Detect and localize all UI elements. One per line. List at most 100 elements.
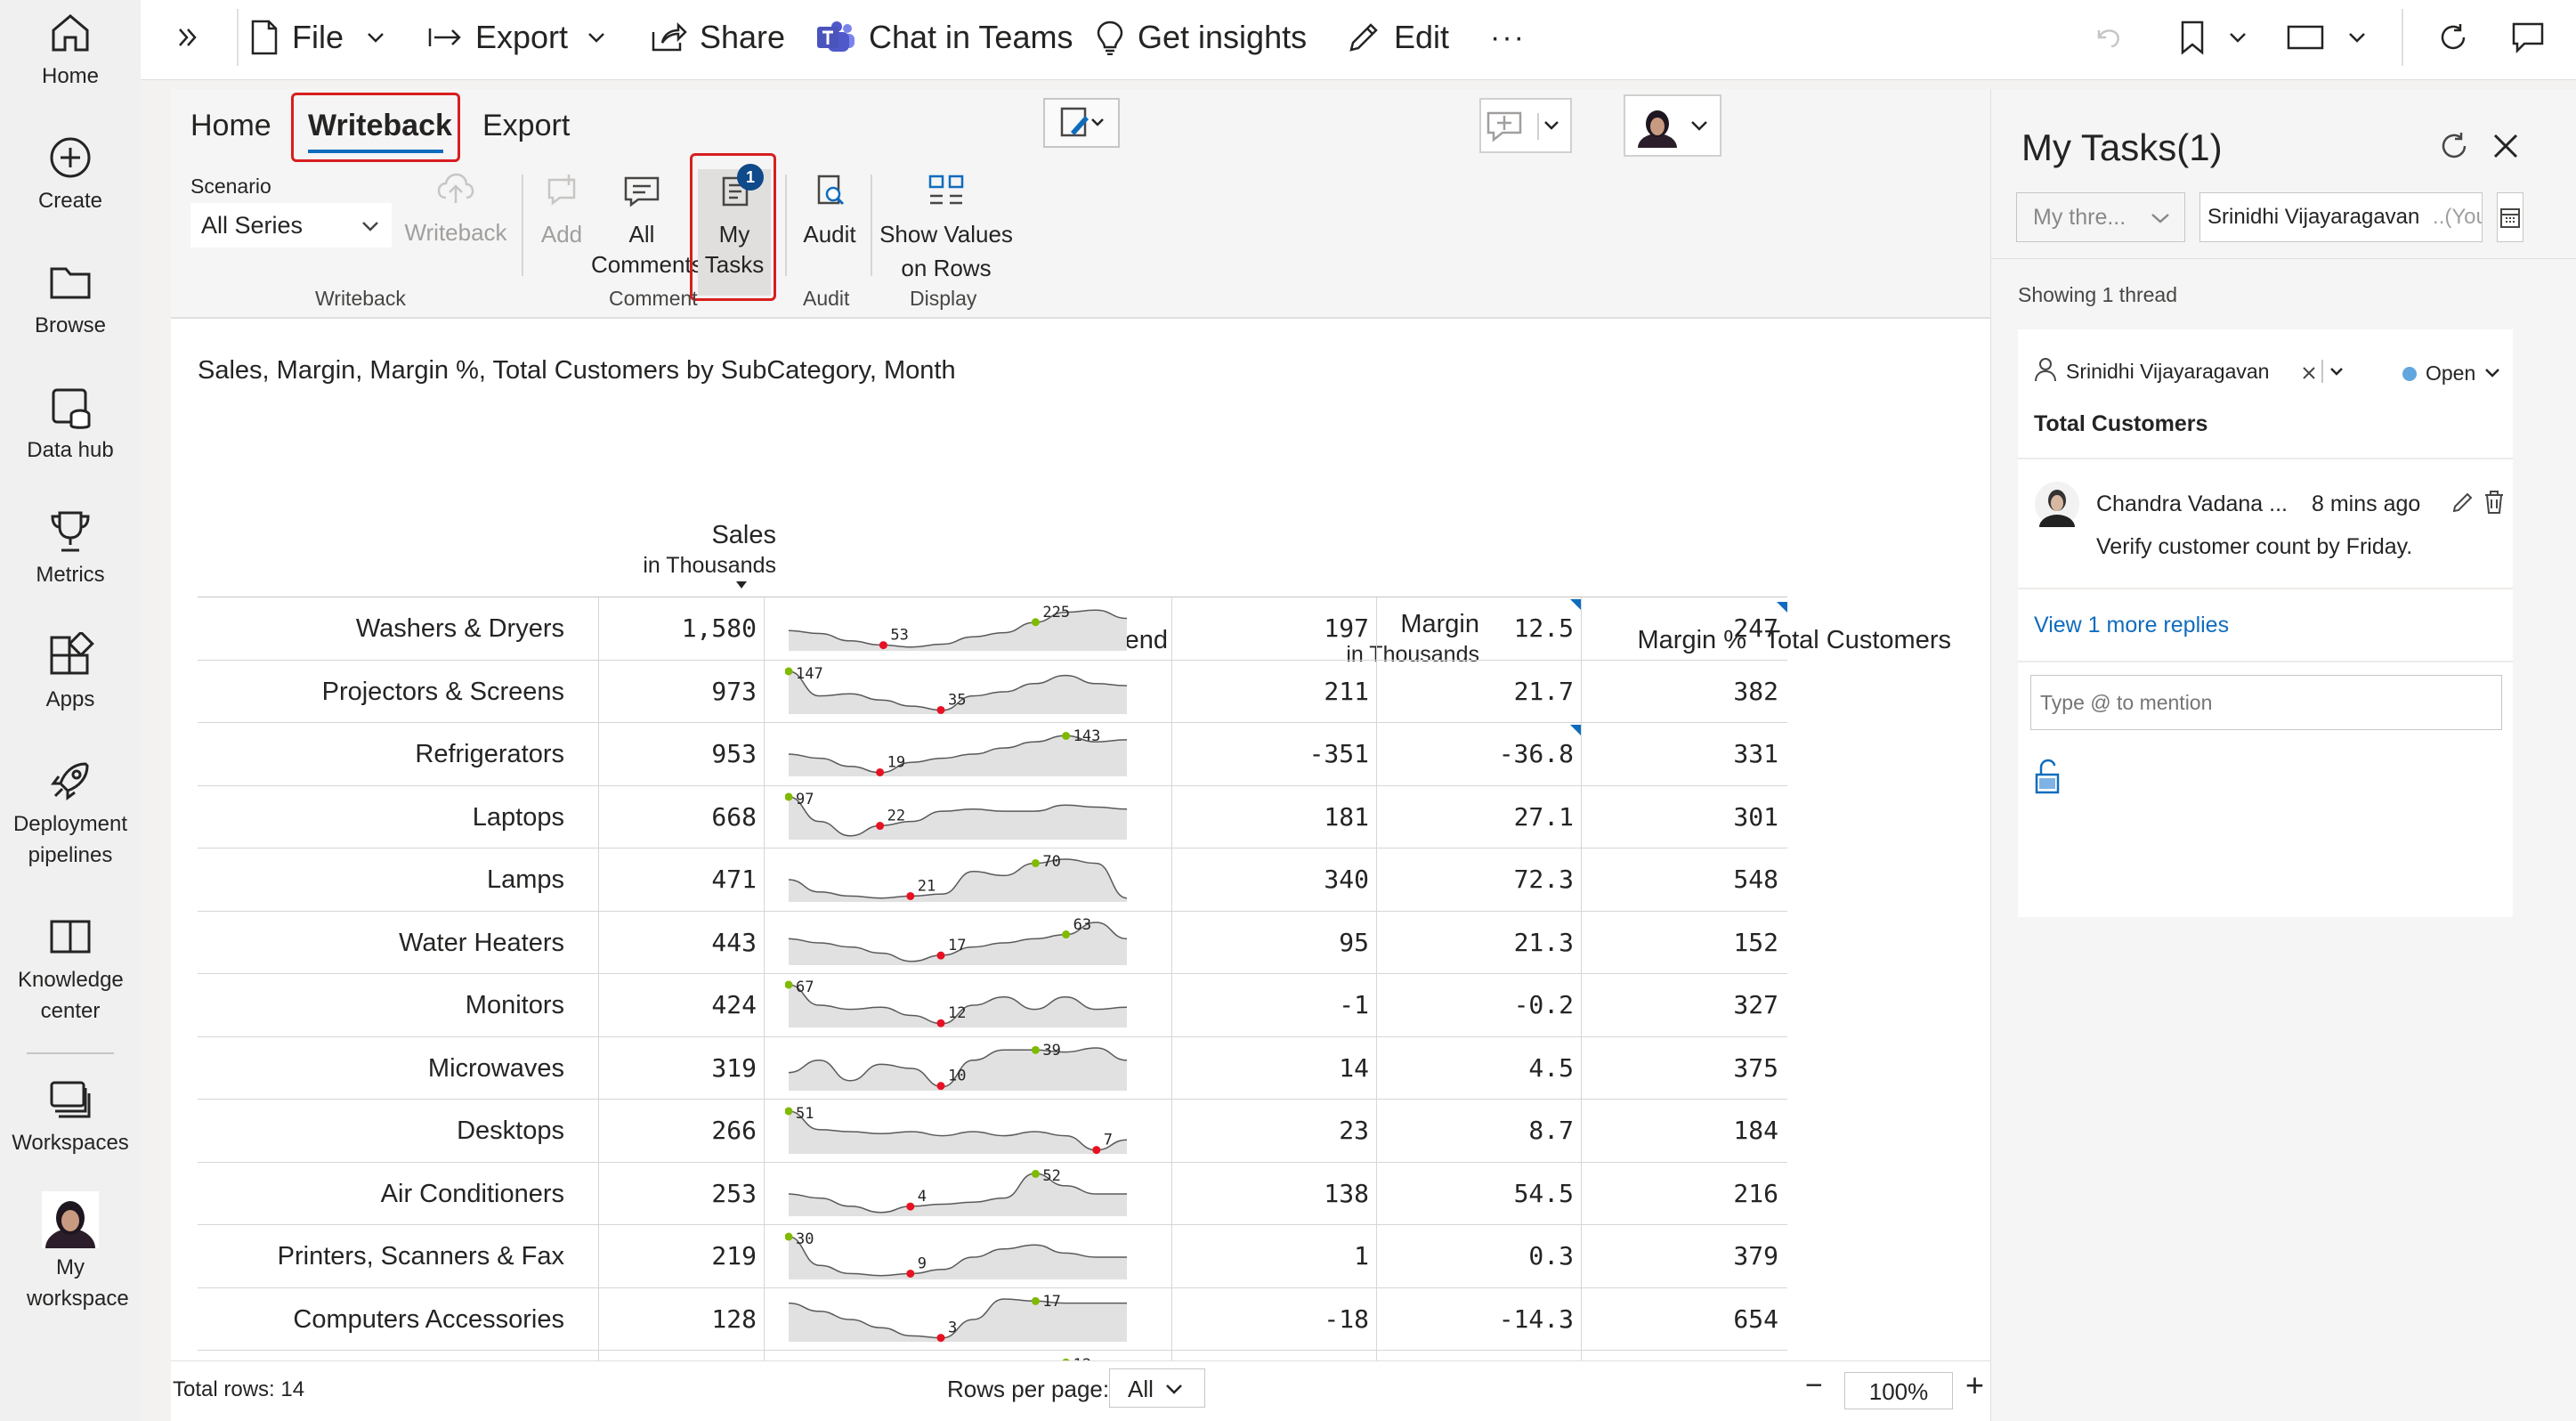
scenario-select[interactable]: All Series: [190, 203, 392, 248]
writeback-button[interactable]: Writeback: [404, 171, 507, 249]
more-options-button[interactable]: ···: [1490, 0, 1526, 75]
sales-trend-sparkline[interactable]: 7 51: [785, 1106, 1130, 1157]
undo-button[interactable]: [2092, 0, 2136, 75]
header-sales[interactable]: Sales in Thousands: [589, 520, 776, 581]
book-icon: [50, 920, 91, 954]
export-menu-button[interactable]: Export: [427, 0, 620, 75]
group-label-audit: Audit: [803, 287, 850, 310]
tab-home[interactable]: Home: [190, 109, 271, 143]
sales-trend-sparkline[interactable]: 10 39: [785, 1043, 1130, 1094]
table-row[interactable]: Laptops 668 181 27.1 301 22 97: [198, 786, 1787, 849]
nav-my-workspace[interactable]: My workspace: [0, 1191, 141, 1314]
reply-input[interactable]: [2030, 675, 2502, 730]
nav-deployment-pipelines[interactable]: Deployment pipelines: [0, 757, 141, 871]
ribbon-divider: [522, 175, 523, 276]
sales-trend-sparkline[interactable]: 19 143: [785, 728, 1130, 780]
table-row[interactable]: Microwaves 319 14 4.5 375 10 39: [198, 1037, 1787, 1100]
nav-metrics[interactable]: Metrics: [0, 508, 141, 590]
sales-trend-sparkline[interactable]: 35 147: [785, 666, 1130, 718]
rocket-icon: [51, 762, 89, 800]
comments-button[interactable]: [2510, 0, 2558, 75]
view-more-replies-link[interactable]: View 1 more replies: [2034, 613, 2229, 638]
comment-indicator-icon[interactable]: [1570, 599, 1581, 610]
edit-button[interactable]: Edit: [1346, 0, 1449, 75]
audit-button[interactable]: Audit: [792, 173, 867, 251]
delete-comment-icon[interactable]: [2483, 490, 2506, 515]
chat-in-teams-button[interactable]: Chat in Teams: [815, 0, 1073, 75]
sparkline-min-marker: [1092, 1145, 1101, 1154]
bookmark-button[interactable]: [2179, 0, 2261, 75]
nav-divider: [27, 1052, 114, 1054]
table-row[interactable]: Water Heaters 443 95 21.3 152 17 63: [198, 912, 1787, 975]
table-row[interactable]: Desktops 266 23 8.7 184 7 51: [198, 1100, 1787, 1163]
chevron-down-icon[interactable]: [2321, 356, 2351, 386]
sales-trend-sparkline[interactable]: 9 30: [785, 1231, 1130, 1283]
rows-per-page-select[interactable]: All: [1109, 1368, 1205, 1408]
refresh-icon[interactable]: [2438, 130, 2470, 162]
thread-status[interactable]: Open: [2426, 361, 2475, 386]
show-values-on-rows-button[interactable]: Show Values on Rows: [876, 173, 1017, 285]
nav-apps[interactable]: Apps: [0, 632, 141, 715]
table-row[interactable]: Refrigerators 953 -351 -36.8 331 19 143: [198, 723, 1787, 786]
table-row[interactable]: Printers, Scanners & Fax 219 1 0.3 379 9 30: [198, 1225, 1787, 1288]
edit-mode-toggle[interactable]: [1043, 98, 1120, 148]
refresh-button[interactable]: [2437, 0, 2482, 75]
sparkline-max-label: 17: [1042, 1294, 1060, 1311]
sales-trend-sparkline[interactable]: 1763: [785, 917, 1130, 969]
nav-knowledge-center[interactable]: Knowledge center: [0, 913, 141, 1027]
nav-workspaces[interactable]: Workspaces: [0, 1076, 141, 1158]
table-row[interactable]: Air Conditioners 253 138 54.5 216 4 52: [198, 1163, 1787, 1226]
margin-pct-cell: 12.5: [1513, 613, 1574, 643]
expand-nav-button[interactable]: [174, 0, 214, 75]
zoom-out-button[interactable]: −: [1805, 1368, 1823, 1403]
sales-trend-sparkline[interactable]: 22 97: [785, 792, 1130, 843]
thread-filter-select[interactable]: My thre...: [2016, 192, 2185, 242]
sales-trend-sparkline[interactable]: 3 17: [785, 1294, 1130, 1345]
nav-browse[interactable]: Browse: [0, 258, 141, 341]
user-filter-field[interactable]: Srinidhi Vijayaragavan ..(You): [2199, 192, 2483, 242]
customers-cell: 654: [1733, 1303, 1778, 1334]
panel-title: My Tasks(1): [2021, 126, 2223, 168]
tab-export[interactable]: Export: [482, 109, 570, 143]
nav-data-hub[interactable]: Data hub: [0, 383, 141, 466]
table-row[interactable]: Computers Accessories 128 -18 -14.3 654 3 17: [198, 1288, 1787, 1352]
all-comments-button[interactable]: All Comments: [591, 175, 703, 281]
category-cell: Printers, Scanners & Fax: [277, 1242, 564, 1271]
view-button[interactable]: [2286, 0, 2380, 75]
zoom-in-button[interactable]: +: [1965, 1367, 1984, 1404]
calendar-button[interactable]: [2497, 192, 2523, 242]
writeback-tab-highlight: [291, 93, 460, 162]
sales-trend-sparkline[interactable]: 12 67: [785, 979, 1130, 1031]
add-comment-dropdown[interactable]: [1479, 98, 1572, 153]
margin-cell: 211: [1324, 676, 1369, 706]
chevron-down-icon[interactable]: [2483, 365, 2502, 381]
nav-home[interactable]: Home: [0, 9, 141, 92]
table-row[interactable]: Monitors 424 -1 -0.2 327 12 67: [198, 974, 1787, 1037]
comment-indicator-icon[interactable]: [1570, 725, 1581, 736]
margin-cell: 181: [1324, 801, 1369, 832]
unlock-icon[interactable]: [2034, 759, 2061, 794]
remove-assignee-icon[interactable]: [2301, 365, 2317, 381]
sales-trend-sparkline[interactable]: 4 52: [785, 1168, 1130, 1220]
sales-trend-sparkline[interactable]: 21 70: [785, 854, 1130, 905]
sales-trend-sparkline[interactable]: 53 225: [785, 603, 1130, 654]
get-insights-button[interactable]: Get insights: [1095, 0, 1307, 75]
edit-comment-icon[interactable]: [2450, 490, 2475, 515]
table-row[interactable]: Washers & Dryers 1,580 197 12.5 247 53 225: [198, 597, 1787, 661]
sort-descending-icon[interactable]: [735, 581, 748, 589]
sparkline-min-label: 35: [948, 691, 966, 709]
sparkline-min-marker: [906, 892, 915, 901]
assignee-name[interactable]: Srinidhi Vijayaragavan: [2066, 360, 2269, 384]
margin-pct-cell: 21.3: [1513, 927, 1574, 957]
file-menu-button[interactable]: File: [249, 0, 399, 75]
nav-create[interactable]: Create: [0, 134, 141, 216]
close-icon[interactable]: [2490, 130, 2522, 162]
table-row[interactable]: Lamps 471 340 72.3 548 21 70: [198, 849, 1787, 912]
share-button[interactable]: Share: [650, 0, 785, 75]
add-comment-button[interactable]: Add: [531, 173, 593, 251]
margin-cell: 1: [1354, 1241, 1369, 1271]
apps-icon: [50, 632, 94, 675]
zoom-level-input[interactable]: 100%: [1844, 1372, 1953, 1409]
table-row[interactable]: Projectors & Screens 973 211 21.7 382 35 147: [198, 661, 1787, 724]
user-profile-dropdown[interactable]: [1624, 94, 1721, 157]
